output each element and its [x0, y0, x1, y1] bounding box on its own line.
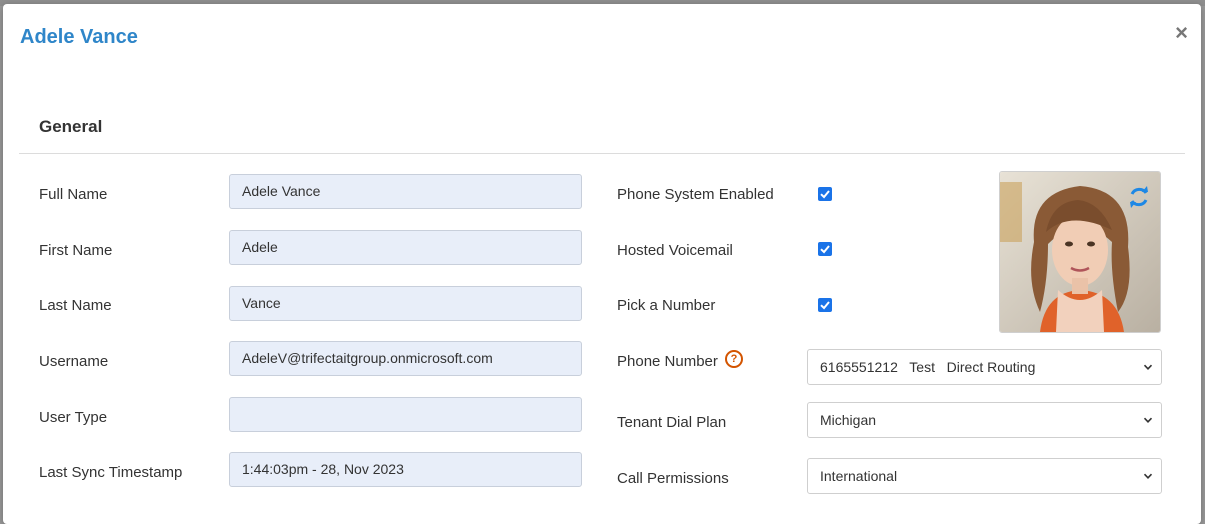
section-title-general: General — [39, 117, 103, 136]
chevron-down-icon — [1143, 364, 1153, 370]
chevron-down-icon — [1143, 473, 1153, 479]
phone-number-label: Phone Number — [617, 353, 718, 370]
phone-number-tag: Test — [909, 359, 935, 375]
phone-number-select[interactable]: 6165551212 Test Direct Routing — [807, 349, 1162, 385]
close-icon[interactable]: × — [1175, 22, 1188, 44]
tenant-dial-plan-label: Tenant Dial Plan — [617, 414, 727, 431]
tenant-dial-plan-select[interactable]: Michigan — [807, 402, 1162, 438]
phone-system-enabled-checkbox[interactable] — [818, 187, 832, 201]
last-sync-label: Last Sync Timestamp — [39, 464, 183, 481]
user-type-field[interactable] — [229, 397, 582, 432]
hosted-voicemail-label: Hosted Voicemail — [617, 242, 733, 259]
pick-a-number-label: Pick a Number — [617, 297, 716, 314]
phone-system-enabled-label: Phone System Enabled — [617, 186, 774, 203]
check-icon — [820, 190, 830, 199]
call-permissions-label: Call Permissions — [617, 470, 729, 487]
modal-title: Adele Vance — [20, 26, 138, 48]
help-icon[interactable]: ? — [725, 350, 743, 368]
first-name-label: First Name — [39, 242, 113, 259]
phone-number-value: 6165551212 — [820, 359, 898, 375]
refresh-icon[interactable] — [1126, 184, 1152, 215]
last-name-label: Last Name — [39, 297, 112, 314]
first-name-field[interactable]: Adele — [229, 230, 582, 265]
username-field[interactable]: AdeleV@trifectaitgroup.onmicrosoft.com — [229, 341, 582, 376]
hosted-voicemail-checkbox[interactable] — [818, 242, 832, 256]
section-divider — [19, 153, 1185, 154]
chevron-down-icon — [1143, 417, 1153, 423]
call-permissions-value: International — [820, 468, 898, 484]
user-type-label: User Type — [39, 409, 108, 426]
pick-a-number-checkbox[interactable] — [818, 298, 832, 312]
check-icon — [820, 301, 830, 310]
call-permissions-select[interactable]: International — [807, 458, 1162, 494]
full-name-label: Full Name — [39, 186, 108, 203]
phone-number-routing: Direct Routing — [946, 359, 1036, 375]
last-name-field[interactable]: Vance — [229, 286, 582, 321]
check-icon — [820, 245, 830, 254]
full-name-field[interactable]: Adele Vance — [229, 174, 582, 209]
username-label: Username — [39, 353, 109, 370]
last-sync-field[interactable]: 1:44:03pm - 28, Nov 2023 — [229, 452, 582, 487]
tenant-dial-plan-value: Michigan — [820, 412, 877, 428]
